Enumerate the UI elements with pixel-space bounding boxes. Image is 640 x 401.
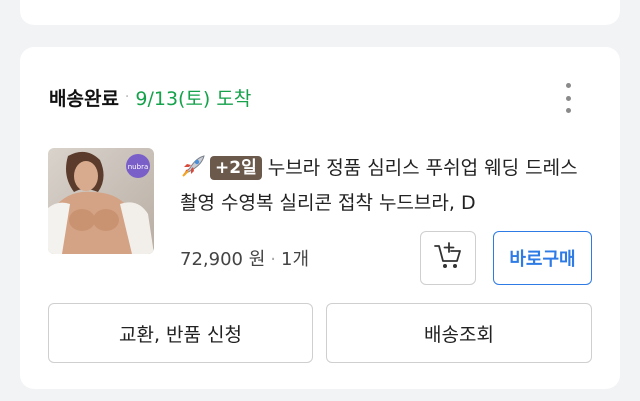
price-quantity: 72,900 원 · 1개 [180, 245, 309, 271]
price-separator: · [270, 249, 276, 270]
rocket-icon [180, 154, 206, 189]
buy-now-button[interactable]: 바로구매 [493, 231, 592, 285]
delivery-badge: +2일 [210, 156, 262, 180]
product-price: 72,900 원 [180, 249, 266, 270]
track-delivery-button[interactable]: 배송조회 [326, 303, 592, 363]
order-card: 배송완료 · 9/13(토) 도착 nubra +2일 누브라 정품 심리스 푸… [20, 47, 620, 389]
exchange-return-button[interactable]: 교환, 반품 신청 [48, 303, 313, 363]
status-separator: · [124, 89, 130, 105]
thumbnail-logo-text: nubra [128, 163, 148, 171]
product-title-line-1[interactable]: +2일 누브라 정품 심리스 푸쉬업 웨딩 드레스 [180, 151, 600, 189]
product-title-text-1: 누브라 정품 심리스 푸쉬업 웨딩 드레스 [267, 157, 578, 179]
status-label: 배송완료 [49, 87, 119, 110]
product-thumbnail[interactable]: nubra [48, 148, 154, 254]
more-options-icon[interactable] [558, 83, 578, 113]
add-to-cart-icon [433, 242, 463, 274]
add-to-cart-button[interactable] [420, 231, 476, 285]
delivery-status: 배송완료 · 9/13(토) 도착 [49, 85, 252, 110]
product-title-line-2[interactable]: 촬영 수영복 실리콘 접착 누드브라, D [180, 186, 600, 220]
delivery-date: 9/13(토) 도착 [135, 87, 252, 110]
previous-order-card [20, 0, 620, 25]
product-quantity: 1개 [281, 249, 310, 270]
